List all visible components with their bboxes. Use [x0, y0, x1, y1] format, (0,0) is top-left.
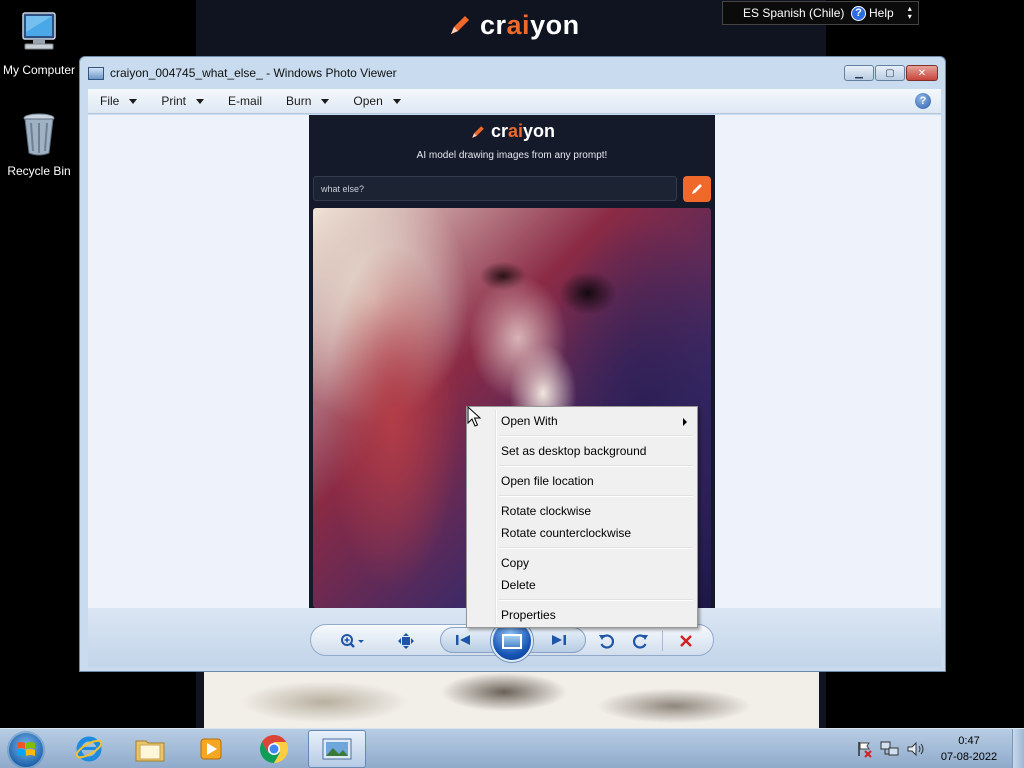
title-bar[interactable]: craiyon_004745_what_else_ - Windows Phot…	[80, 57, 945, 89]
internet-explorer-icon	[75, 736, 103, 762]
rotate-counterclockwise-button[interactable]	[598, 631, 614, 651]
rotate-clockwise-icon	[633, 634, 648, 649]
menu-label: File	[100, 94, 120, 108]
pencil-icon	[472, 125, 484, 138]
language-bar[interactable]: ES Spanish (Chile) ? Help ▴ ▾	[722, 1, 919, 25]
chevron-down-icon	[392, 98, 401, 104]
image-tagline: AI model drawing images from any prompt!	[416, 150, 608, 161]
menu-separator	[469, 596, 695, 604]
taskbar-media-player[interactable]	[182, 730, 240, 768]
taskbar: 0:47 07-08-2022	[0, 728, 1024, 768]
taskbar-photo-viewer[interactable]	[308, 730, 366, 768]
pencil-icon	[692, 184, 702, 194]
desktop-icon-recycle-bin[interactable]: Recycle Bin	[0, 111, 78, 178]
image-draw-button	[683, 176, 711, 202]
taskbar-file-explorer[interactable]	[121, 730, 179, 768]
previous-icon	[456, 635, 470, 645]
window-title: craiyon_004745_what_else_ - Windows Phot…	[110, 66, 397, 80]
close-icon: ✕	[917, 67, 927, 79]
zoom-button[interactable]	[339, 631, 365, 651]
context-menu: Open With Set as desktop background Open…	[466, 406, 698, 628]
menu-item-set-desktop-background[interactable]: Set as desktop background	[469, 440, 695, 462]
next-button[interactable]	[551, 630, 567, 650]
menu-item-open-file-location[interactable]: Open file location	[469, 470, 695, 492]
menu-label: Open	[353, 94, 383, 108]
close-button[interactable]: ✕	[906, 65, 938, 81]
command-bar: File Print E-mail Burn Open ?	[88, 89, 941, 114]
file-explorer-icon	[135, 740, 165, 762]
help-icon[interactable]: ?	[851, 5, 866, 21]
menu-separator	[469, 432, 695, 440]
next-icon	[552, 635, 566, 645]
menu-burn[interactable]: Burn	[274, 89, 341, 114]
mouse-cursor-icon	[467, 406, 481, 427]
background-generated-image	[204, 672, 819, 728]
action-center-flag-icon[interactable]	[856, 740, 874, 758]
show-desktop-button[interactable]	[1012, 729, 1024, 768]
menu-label: Print	[161, 94, 187, 108]
delete-button[interactable]	[679, 631, 693, 651]
desktop-icon-my-computer[interactable]: My Computer	[0, 8, 78, 77]
windows-logo-icon	[17, 742, 35, 756]
actual-size-icon	[398, 633, 414, 649]
menu-item-copy[interactable]: Copy	[469, 552, 695, 574]
menu-file[interactable]: File	[88, 89, 149, 114]
image-craiyon-logo: craiyon	[309, 121, 715, 142]
clock-time: 0:47	[958, 735, 980, 747]
system-tray	[856, 729, 926, 768]
image-prompt-field: what else?	[313, 176, 677, 201]
start-button[interactable]	[7, 731, 45, 768]
photo-viewer-icon	[88, 66, 104, 80]
menu-separator	[469, 462, 695, 470]
recycle-bin-icon	[23, 113, 55, 156]
menu-label: E-mail	[228, 94, 263, 108]
submenu-arrow-icon	[683, 418, 687, 426]
pencil-icon	[451, 16, 469, 34]
rotate-clockwise-button[interactable]	[633, 631, 649, 651]
menu-email[interactable]: E-mail	[216, 89, 274, 114]
computer-icon	[22, 12, 56, 50]
volume-icon[interactable]	[906, 740, 926, 758]
chevron-down-icon	[196, 98, 205, 104]
menu-separator	[469, 492, 695, 500]
network-icon[interactable]	[880, 740, 900, 758]
menu-item-rotate-clockwise[interactable]: Rotate clockwise	[469, 500, 695, 522]
craiyon-logo: craiyon	[446, 8, 580, 42]
language-indicator[interactable]: ES Spanish (Chile)	[723, 6, 851, 20]
control-divider	[662, 631, 663, 651]
help-icon[interactable]: ?	[915, 93, 931, 109]
minimize-button[interactable]: ▁	[844, 65, 874, 81]
chevron-down-icon	[129, 98, 138, 104]
actual-size-button[interactable]	[397, 631, 415, 651]
slideshow-icon	[502, 633, 522, 649]
language-bar-options-icon[interactable]: ▴ ▾	[908, 5, 912, 21]
chrome-icon	[260, 735, 288, 763]
previous-button[interactable]	[455, 630, 471, 650]
control-pill	[310, 620, 714, 662]
media-player-icon	[200, 738, 222, 760]
menu-print[interactable]: Print	[149, 89, 216, 114]
rotate-counterclockwise-icon	[599, 634, 614, 649]
zoom-icon	[341, 634, 364, 648]
menu-separator	[469, 544, 695, 552]
maximize-button[interactable]: ▢	[875, 65, 905, 81]
desktop-icon-label: My Computer	[2, 63, 76, 77]
minimize-icon: ▁	[855, 67, 863, 79]
delete-icon	[680, 635, 692, 647]
menu-item-open-with[interactable]: Open With	[469, 410, 695, 432]
taskbar-clock[interactable]: 0:47 07-08-2022	[932, 733, 1006, 765]
clock-date: 07-08-2022	[940, 751, 998, 763]
menu-label: Burn	[286, 94, 312, 108]
menu-item-rotate-counterclockwise[interactable]: Rotate counterclockwise	[469, 522, 695, 544]
taskbar-internet-explorer[interactable]	[60, 730, 118, 768]
chevron-down-icon	[321, 98, 330, 104]
desktop-icon-label: Recycle Bin	[7, 164, 71, 178]
photo-viewer-icon	[322, 738, 352, 760]
language-help-label[interactable]: Help	[869, 6, 894, 20]
taskbar-chrome[interactable]	[245, 730, 303, 768]
menu-item-delete[interactable]: Delete	[469, 574, 695, 596]
maximize-icon: ▢	[885, 67, 895, 79]
menu-open[interactable]: Open	[341, 89, 412, 114]
menu-item-properties[interactable]: Properties	[469, 604, 695, 626]
